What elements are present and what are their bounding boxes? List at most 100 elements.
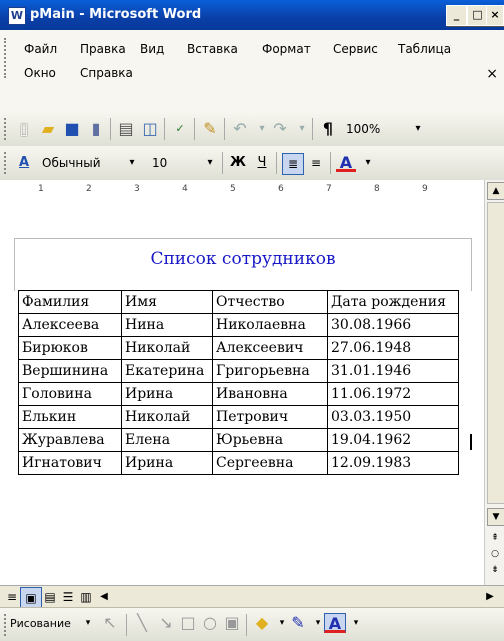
table-cell[interactable]: Головина (18, 382, 122, 406)
outline-view-icon[interactable]: ☰ (58, 587, 78, 607)
fill-color-icon[interactable]: ◆ (252, 613, 272, 633)
next-page-icon[interactable]: ⇟ (487, 562, 503, 578)
undo-dropdown-icon[interactable]: ▾ (252, 119, 272, 139)
table-cell[interactable]: 27.06.1948 (327, 336, 459, 360)
arrow-icon[interactable]: ↘ (156, 613, 176, 633)
drawing-font-color-dropdown-icon[interactable]: ▾ (346, 613, 366, 633)
table-cell[interactable]: Бирюков (18, 336, 122, 360)
scroll-left-arrow-icon[interactable]: ◀ (94, 587, 114, 607)
font-color-dropdown-icon[interactable]: ▾ (358, 153, 378, 173)
vertical-scrollbar[interactable]: ▲ ▼ ⇞ ○ ⇟ (484, 180, 504, 585)
spelling-icon[interactable]: ✓ (170, 119, 190, 139)
rectangle-icon[interactable]: □ (178, 613, 198, 633)
print-layout-icon[interactable]: ▤ (40, 587, 60, 607)
table-cell[interactable]: Ирина (121, 451, 213, 475)
drawing-menu-button[interactable]: Рисование (10, 617, 71, 630)
zoom-combo[interactable]: 100% (342, 119, 408, 139)
select-browse-object-icon[interactable]: ○ (487, 546, 503, 562)
menu-grip[interactable] (4, 38, 9, 78)
style-dropdown-icon[interactable]: ▾ (122, 153, 142, 173)
menu-help[interactable]: Справка (80, 66, 133, 80)
normal-view-icon[interactable]: ≡ (2, 587, 22, 607)
line-color-icon[interactable]: ✎ (288, 613, 308, 633)
redo-dropdown-icon[interactable]: ▾ (292, 119, 312, 139)
table-header-cell[interactable]: Дата рождения (327, 290, 459, 314)
align-center-icon[interactable]: ≡ (306, 153, 326, 173)
table-cell[interactable]: Николай (121, 336, 213, 360)
table-cell[interactable]: Ирина (121, 382, 213, 406)
zoom-dropdown-icon[interactable]: ▾ (408, 119, 428, 139)
menu-format[interactable]: Формат (262, 42, 311, 56)
table-cell[interactable]: 12.09.1983 (327, 451, 459, 475)
table-cell[interactable]: Елькин (18, 405, 122, 429)
new-document-icon[interactable]: ▯ (14, 119, 34, 139)
close-button[interactable]: × (486, 5, 504, 26)
table-cell[interactable]: 19.04.1962 (327, 428, 459, 452)
table-cell[interactable]: Вершинина (18, 359, 122, 383)
underline-button[interactable]: Ч (252, 153, 272, 173)
toolbar-grip[interactable] (4, 614, 9, 636)
scroll-thumb[interactable] (487, 202, 504, 504)
table-header-cell[interactable]: Фамилия (18, 290, 122, 314)
select-objects-icon[interactable]: ↖ (100, 613, 120, 633)
undo-icon[interactable]: ↶ (230, 119, 250, 139)
minimize-button[interactable]: _ (446, 5, 467, 26)
print-preview-icon[interactable]: ◫ (140, 119, 160, 139)
redo-icon[interactable]: ↷ (270, 119, 290, 139)
table-cell[interactable]: 31.01.1946 (327, 359, 459, 383)
menu-file[interactable]: Файл (24, 42, 57, 56)
table-cell[interactable]: 03.03.1950 (327, 405, 459, 429)
align-left-icon[interactable]: ≣ (282, 153, 304, 175)
scroll-right-arrow-icon[interactable]: ▶ (480, 587, 500, 607)
table-cell[interactable]: Журавлева (18, 428, 122, 452)
show-formatting-icon[interactable]: ¶ (318, 119, 338, 139)
line-icon[interactable]: ╲ (132, 613, 152, 633)
toolbar-grip[interactable] (4, 152, 9, 174)
previous-page-icon[interactable]: ⇞ (487, 530, 503, 546)
table-cell[interactable]: Николай (121, 405, 213, 429)
horizontal-ruler[interactable]: 1 2 3 4 5 6 7 8 9 (0, 180, 504, 201)
employee-table[interactable]: Фамилия Имя Отчество Дата рождения Алекс… (18, 290, 459, 475)
table-cell[interactable]: Сергеевна (212, 451, 328, 475)
size-dropdown-icon[interactable]: ▾ (200, 153, 220, 173)
table-cell[interactable]: Алексеева (18, 313, 122, 337)
format-painter-icon[interactable]: ✎ (200, 119, 220, 139)
table-header-cell[interactable]: Отчество (212, 290, 328, 314)
drawing-dropdown-icon[interactable]: ▾ (78, 613, 98, 633)
font-color-icon[interactable]: A (336, 153, 356, 172)
web-layout-icon[interactable]: ▣ (20, 587, 42, 609)
table-cell[interactable]: Петрович (212, 405, 328, 429)
menu-view[interactable]: Вид (140, 42, 164, 56)
oval-icon[interactable]: ○ (200, 613, 220, 633)
open-folder-icon[interactable]: ▰ (38, 119, 58, 139)
bold-button[interactable]: Ж (228, 153, 248, 173)
scroll-up-arrow-icon[interactable]: ▲ (487, 182, 504, 200)
text-box-icon[interactable]: ▣ (222, 613, 242, 633)
size-combo[interactable]: 10 (148, 153, 204, 173)
table-cell[interactable]: 11.06.1972 (327, 382, 459, 406)
table-cell[interactable]: Николаевна (212, 313, 328, 337)
save-icon[interactable]: ■ (62, 119, 82, 139)
reading-layout-icon[interactable]: ▥ (76, 587, 96, 607)
drawing-font-color-icon[interactable]: A (324, 613, 346, 633)
table-cell[interactable]: Нина (121, 313, 213, 337)
print-icon[interactable]: ▤ (116, 119, 136, 139)
table-cell[interactable]: Юрьевна (212, 428, 328, 452)
maximize-button[interactable]: □ (467, 5, 488, 26)
table-cell[interactable]: Екатерина (121, 359, 213, 383)
table-cell[interactable]: Игнатович (18, 451, 122, 475)
table-cell[interactable]: 30.08.1966 (327, 313, 459, 337)
toolbar-grip[interactable] (4, 118, 9, 140)
table-header-cell[interactable]: Имя (121, 290, 213, 314)
menu-insert[interactable]: Вставка (187, 42, 238, 56)
menu-edit[interactable]: Правка (80, 42, 126, 56)
permission-icon[interactable]: ▮ (86, 119, 106, 139)
menu-tools[interactable]: Сервис (333, 42, 378, 56)
scroll-down-arrow-icon[interactable]: ▼ (487, 508, 504, 526)
table-cell[interactable]: Елена (121, 428, 213, 452)
menu-window[interactable]: Окно (24, 66, 56, 80)
styles-pane-icon[interactable]: A (14, 153, 34, 173)
table-cell[interactable]: Григорьевна (212, 359, 328, 383)
table-cell[interactable]: Ивановна (212, 382, 328, 406)
menu-table[interactable]: Таблица (398, 42, 451, 56)
